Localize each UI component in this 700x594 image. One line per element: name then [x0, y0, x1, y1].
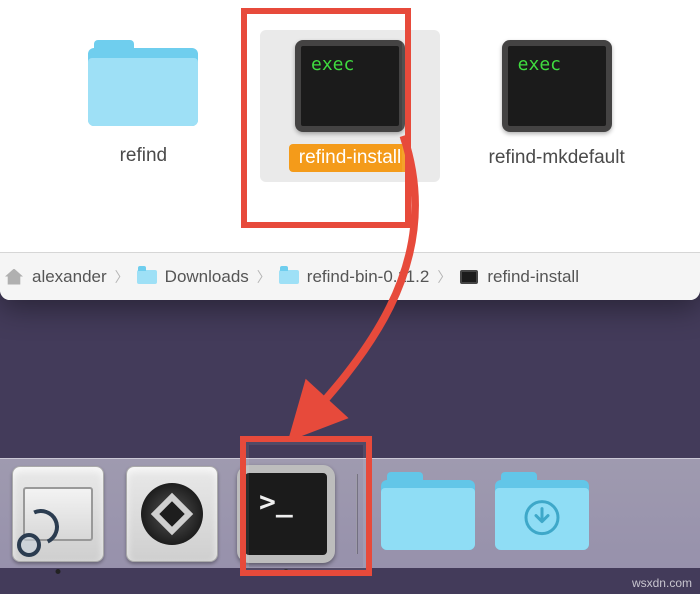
- breadcrumb[interactable]: refind-bin-0.11.2: [279, 267, 430, 287]
- finder-icon-grid: refind exec refind-install exec refind-m…: [0, 0, 700, 220]
- watermark: wsxdn.com: [632, 576, 692, 590]
- dock: >_: [0, 458, 700, 568]
- file-label: refind-install: [289, 144, 411, 172]
- breadcrumb-label: Downloads: [165, 267, 249, 287]
- dock-item-terminal[interactable]: >_: [236, 464, 336, 564]
- breadcrumb[interactable]: refind-install: [459, 267, 579, 287]
- terminal-prompt: >_: [259, 485, 313, 518]
- breadcrumb[interactable]: Downloads: [137, 267, 249, 287]
- stethoscope-icon: [15, 515, 59, 559]
- folder-icon: [88, 40, 198, 130]
- breadcrumb-label: refind-install: [487, 267, 579, 287]
- chevron-right-icon: 〉: [437, 267, 451, 287]
- breadcrumb[interactable]: alexander: [4, 267, 107, 287]
- dock-item-disk-utility[interactable]: [8, 464, 108, 564]
- folder-icon: [279, 267, 299, 287]
- finder-item-refind[interactable]: refind: [53, 30, 233, 180]
- finder-window: refind exec refind-install exec refind-m…: [0, 0, 700, 300]
- exec-badge: exec: [518, 54, 561, 75]
- file-label: refind: [110, 142, 178, 170]
- folder-icon: [137, 267, 157, 287]
- exec-badge: exec: [311, 54, 354, 75]
- chevron-right-icon: 〉: [115, 267, 129, 287]
- exec-icon: [459, 267, 479, 287]
- boot-camp-icon: [126, 466, 218, 562]
- home-icon: [4, 267, 24, 287]
- breadcrumb-label: alexander: [32, 267, 107, 287]
- terminal-icon: >_: [237, 465, 335, 563]
- finder-item-refind-mkdefault[interactable]: exec refind-mkdefault: [467, 30, 647, 182]
- disk-utility-icon: [12, 466, 104, 562]
- downloads-folder-icon: [495, 474, 589, 554]
- running-indicator: [56, 569, 61, 574]
- dock-separator: [356, 474, 358, 554]
- dock-item-downloads[interactable]: [492, 464, 592, 564]
- dock-item-boot-camp[interactable]: [122, 464, 222, 564]
- exec-icon: exec: [502, 40, 612, 132]
- path-bar: alexander 〉 Downloads 〉 refind-bin-0.11.…: [0, 252, 700, 300]
- finder-item-refind-install[interactable]: exec refind-install: [260, 30, 440, 182]
- chevron-right-icon: 〉: [257, 267, 271, 287]
- running-indicator: [284, 569, 289, 574]
- dock-item-folder[interactable]: [378, 464, 478, 564]
- folder-icon: [381, 474, 475, 554]
- file-label: refind-mkdefault: [479, 144, 635, 172]
- exec-icon: exec: [295, 40, 405, 132]
- breadcrumb-label: refind-bin-0.11.2: [307, 267, 430, 287]
- download-arrow-icon: [524, 499, 560, 535]
